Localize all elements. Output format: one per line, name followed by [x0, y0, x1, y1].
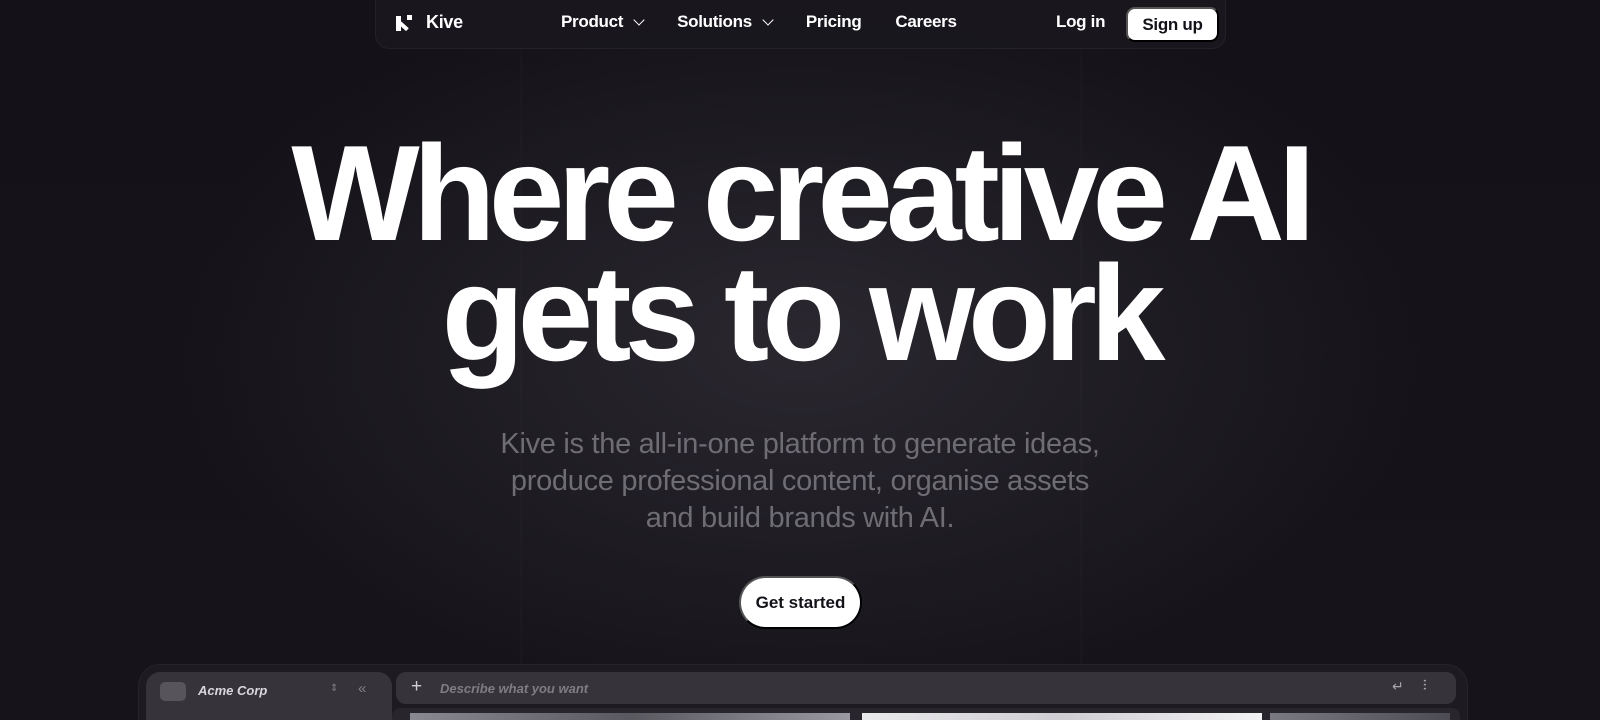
- nav-item-label: Solutions: [677, 12, 752, 31]
- image-gallery: [392, 708, 1460, 720]
- get-started-button[interactable]: Get started: [739, 576, 862, 629]
- nav-item-careers[interactable]: Careers: [895, 12, 957, 32]
- nav-item-label: Product: [561, 12, 624, 31]
- workspace-switcher[interactable]: Acme Corp ⇕ «: [146, 672, 392, 720]
- logo-text: Kive: [426, 12, 463, 32]
- nav-item-pricing[interactable]: Pricing: [806, 12, 862, 32]
- sort-arrows-icon[interactable]: ⇕: [330, 683, 338, 694]
- prompt-bar: + ↵ ⫶: [396, 672, 1456, 704]
- prompt-input[interactable]: [440, 678, 1240, 698]
- gallery-image[interactable]: [1270, 713, 1450, 720]
- subtitle-line-2: produce professional content, organise a…: [510, 465, 1090, 497]
- nav-item-label: Careers: [895, 12, 957, 31]
- signup-button[interactable]: Sign up: [1126, 7, 1219, 42]
- login-link[interactable]: Log in: [1056, 12, 1105, 32]
- plus-icon[interactable]: +: [411, 676, 422, 698]
- gallery-image[interactable]: [862, 713, 1262, 720]
- logo[interactable]: Kive: [394, 12, 463, 33]
- subtitle-line-1: Kive is the all-in-one platform to gener…: [500, 428, 1100, 460]
- sliders-icon[interactable]: ⫶: [1423, 677, 1427, 694]
- workspace-avatar: [160, 682, 186, 701]
- nav-item-product[interactable]: Product: [561, 12, 645, 32]
- headline-line-2: gets to work: [441, 237, 1166, 389]
- hero-headline: Where creative AI gets to work: [0, 125, 1600, 381]
- workspace-name: Acme Corp: [198, 683, 268, 698]
- kive-logo-icon: [394, 13, 414, 33]
- chevron-down-icon: [633, 14, 645, 26]
- enter-arrow-icon[interactable]: ↵: [1392, 678, 1404, 695]
- chevron-down-icon: [762, 14, 774, 26]
- top-navbar: Kive Product Solutions Pricing Careers L…: [375, 0, 1226, 49]
- landing-page: Kive Product Solutions Pricing Careers L…: [0, 0, 1600, 720]
- double-chevron-left-icon[interactable]: «: [358, 680, 366, 697]
- nav-item-solutions[interactable]: Solutions: [677, 12, 774, 32]
- main-menu: Product Solutions Pricing Careers: [561, 12, 957, 32]
- gallery-image[interactable]: [410, 713, 850, 720]
- nav-item-label: Pricing: [805, 12, 862, 31]
- subtitle-line-3: and build brands with AI.: [645, 502, 955, 534]
- hero-subtitle: Kive is the all-in-one platform to gener…: [430, 426, 1170, 537]
